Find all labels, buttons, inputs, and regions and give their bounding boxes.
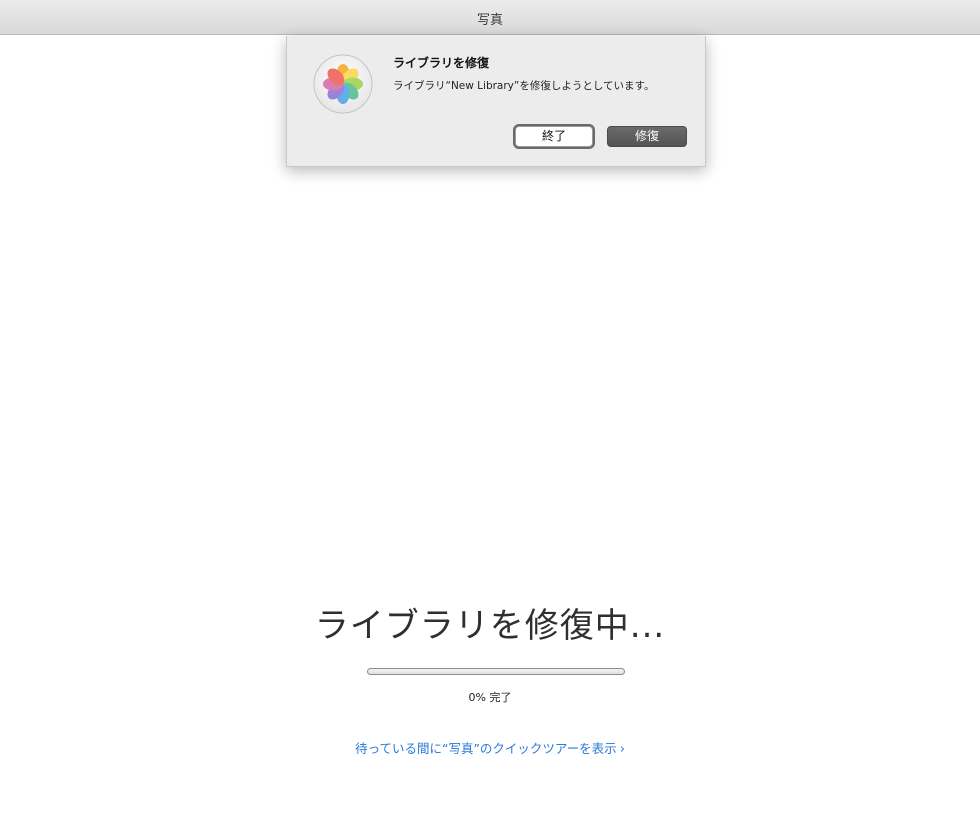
photos-window: 写真 ライブラリを修復 ライブラリ“New Library”を修復しようとしてい…	[0, 0, 980, 830]
dialog-message: ライブラリ“New Library”を修復しようとしています。	[393, 80, 655, 92]
progress-text: 0% 完了	[468, 691, 512, 704]
repair-library-dialog: ライブラリを修復 ライブラリ“New Library”を修復しようとしています。…	[286, 36, 706, 167]
quick-tour-link-label: 待っている間に“写真”のクイックツアーを表示	[355, 741, 617, 756]
dialog-title: ライブラリを修復	[393, 56, 490, 70]
chevron-right-icon: ›	[619, 742, 625, 757]
repair-button[interactable]: 修復	[607, 126, 687, 147]
quick-tour-link[interactable]: 待っている間に“写真”のクイックツアーを表示 ›	[0, 738, 980, 757]
progress-bar	[367, 668, 625, 675]
quit-button[interactable]: 終了	[515, 126, 593, 147]
repairing-heading: ライブラリを修復中...	[314, 606, 666, 646]
title-bar[interactable]: 写真	[0, 0, 980, 35]
window-title: 写真	[476, 13, 503, 28]
photos-app-icon	[313, 54, 373, 114]
